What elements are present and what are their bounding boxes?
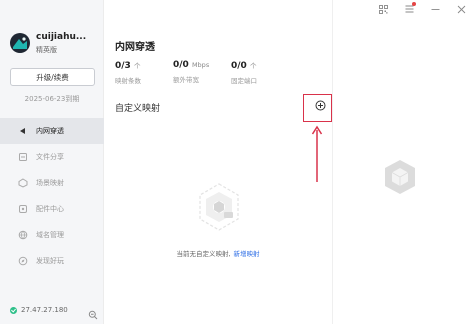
new-mapping-link[interactable]: 新增映射 <box>234 250 260 258</box>
stat-value: 0/3 <box>115 61 131 71</box>
ip-address: 27.47.27.180 <box>21 306 68 314</box>
online-status-icon <box>10 306 17 314</box>
menu-icon <box>405 5 413 13</box>
detail-panel <box>332 0 474 324</box>
discover-icon <box>18 256 28 266</box>
domain-icon <box>18 230 28 240</box>
stat-label: 固定端口 <box>231 77 257 85</box>
zoom-icon[interactable] <box>88 305 98 324</box>
close-icon <box>457 5 465 13</box>
highlight-box <box>303 94 332 122</box>
stat-value: 0/0 <box>231 61 247 71</box>
sidebar-item-label: 场景映射 <box>36 179 64 187</box>
link-icon <box>18 126 28 136</box>
stat-extra-bandwidth: 0/0 Mbps 额外带宽 <box>173 60 231 85</box>
sidebar-item-intranet[interactable]: 内网穿透 <box>0 118 104 144</box>
sidebar-nav: 内网穿透 文件分享 场景映射 配件中心 域名管理 发现好玩 <box>0 118 104 274</box>
plan-badge: 精英版 <box>36 46 57 54</box>
avatar-image <box>13 37 27 49</box>
title-bar <box>370 0 474 18</box>
stat-unit: 个 <box>249 62 257 70</box>
username: cuijiahu... <box>36 32 87 42</box>
placeholder-cube-icon <box>385 160 415 194</box>
sidebar-item-file-share[interactable]: 文件分享 <box>0 144 104 170</box>
notification-dot <box>412 2 416 6</box>
qr-code-icon <box>378 4 388 14</box>
scene-icon <box>18 178 28 188</box>
menu-button[interactable] <box>396 0 422 18</box>
stat-mapping-count: 0/3 个 映射条数 <box>115 60 173 85</box>
stat-fixed-port: 0/0 个 固定端口 <box>231 60 289 85</box>
empty-text: 当前无自定义映射, <box>176 250 231 258</box>
stat-label: 额外带宽 <box>173 76 199 84</box>
sidebar-item-domain[interactable]: 域名管理 <box>0 222 104 248</box>
stat-value: 0/0 <box>173 60 189 70</box>
empty-state-message: 当前无自定义映射, 新增映射 <box>104 248 332 258</box>
sidebar-item-discover[interactable]: 发现好玩 <box>0 248 104 274</box>
accessories-icon <box>18 204 28 214</box>
file-share-icon <box>18 152 28 162</box>
sidebar-item-label: 内网穿透 <box>36 127 64 135</box>
sidebar-item-label: 配件中心 <box>36 205 64 213</box>
sidebar-item-accessories[interactable]: 配件中心 <box>0 196 104 222</box>
qr-code-button[interactable] <box>370 0 396 18</box>
empty-state-icon <box>199 183 239 231</box>
page-title: 内网穿透 <box>115 42 155 53</box>
sidebar-item-label: 文件分享 <box>36 153 64 161</box>
stat-unit: Mbps <box>191 61 210 69</box>
expire-date: 2025-06-23到期 <box>24 95 80 103</box>
upgrade-button[interactable]: 升级/续费 <box>10 68 95 86</box>
main-panel: 内网穿透 0/3 个 映射条数 0/0 Mbps 额外带宽 0/0 个 固定端口… <box>104 0 332 324</box>
section-title: 自定义映射 <box>115 104 161 114</box>
close-button[interactable] <box>448 0 474 18</box>
minimize-button[interactable] <box>422 0 448 18</box>
sidebar: cuijiahu... 精英版 升级/续费 2025-06-23到期 内网穿透 … <box>0 0 104 324</box>
ip-status: 27.47.27.180 <box>10 306 68 314</box>
sidebar-item-label: 发现好玩 <box>36 257 64 265</box>
stat-label: 映射条数 <box>115 77 141 85</box>
stats-row: 0/3 个 映射条数 0/0 Mbps 额外带宽 0/0 个 固定端口 <box>115 60 289 85</box>
sidebar-item-scene[interactable]: 场景映射 <box>0 170 104 196</box>
avatar[interactable] <box>10 33 30 53</box>
annotation-arrow-icon <box>311 125 323 182</box>
sidebar-item-label: 域名管理 <box>36 231 64 239</box>
minimize-icon <box>431 8 439 10</box>
stat-unit: 个 <box>133 62 141 70</box>
